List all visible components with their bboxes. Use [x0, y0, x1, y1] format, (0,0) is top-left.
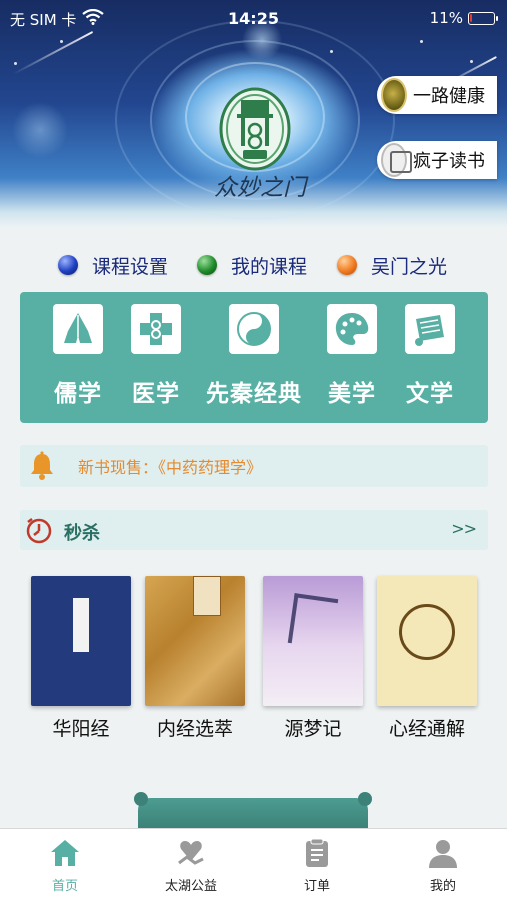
category-label: 文学 [406, 381, 454, 407]
flash-sale-title: 秒杀 [64, 523, 100, 544]
flash-sale-more-link[interactable]: >> [451, 519, 477, 538]
book-title: 源梦记 [284, 718, 342, 740]
book-card-huayang[interactable]: 华阳经 [31, 576, 131, 740]
quick-link-course-settings[interactable]: 课程设置 [58, 250, 168, 280]
logo-text: 众妙之门 [214, 175, 306, 201]
yilu-health-label: 一路健康 [413, 86, 485, 107]
battery-level [470, 14, 472, 22]
cover-tag [193, 576, 221, 616]
yin-yang-icon [229, 304, 279, 354]
tab-profile[interactable]: 我的 [398, 837, 488, 897]
orange-dot-icon [337, 255, 357, 275]
quick-links: 课程设置 我的课程 吴门之光 [0, 250, 507, 280]
bell-icon [31, 451, 53, 480]
star [14, 62, 17, 65]
category-label: 美学 [328, 381, 376, 407]
charity-icon [178, 841, 204, 865]
quick-link-label: 课程设置 [92, 255, 169, 278]
star [470, 60, 473, 63]
battery-percent: 11% [429, 9, 463, 27]
cover-spine [73, 598, 89, 652]
book-card-xinjing[interactable]: 心经通解 [377, 576, 477, 740]
reading-avatar-icon [381, 143, 412, 177]
green-dot-icon [197, 255, 217, 275]
order-icon [306, 838, 328, 867]
book-card-yuanmeng[interactable]: 源梦记 [263, 576, 363, 740]
status-bar: 无 SIM 卡 14:25 11% [0, 0, 507, 34]
category-grid: 儒学 医学 先秦经典 美学 文学 [20, 292, 488, 423]
book-title: 心经通解 [388, 718, 465, 740]
palette-icon [327, 304, 377, 354]
category-literature[interactable]: 文学 [382, 304, 478, 414]
book-card-neijing[interactable]: 内经选萃 [145, 576, 245, 740]
category-pre-qin-classics[interactable]: 先秦经典 [206, 304, 302, 414]
cover-calligraphy [287, 593, 339, 649]
crazy-reading-label: 疯子读书 [413, 151, 485, 172]
tab-label: 首页 [51, 879, 78, 894]
tab-label: 太湖公益 [164, 879, 217, 894]
category-medicine[interactable]: 医学 [108, 304, 204, 414]
home-icon [51, 840, 79, 866]
tab-label: 我的 [429, 879, 456, 894]
quick-link-my-courses[interactable]: 我的课程 [197, 250, 307, 280]
category-label: 医学 [132, 381, 180, 407]
timer-icon [26, 518, 52, 544]
category-label: 先秦经典 [206, 381, 302, 407]
book-title: 华阳经 [52, 718, 110, 740]
cover-calligraphy [399, 604, 455, 660]
tab-orders[interactable]: 订单 [272, 837, 362, 897]
comet [12, 30, 94, 76]
quick-link-wumen-light[interactable]: 吴门之光 [337, 250, 447, 280]
book-cover [377, 576, 477, 706]
main-content: 课程设置 我的课程 吴门之光 儒学 医学 先秦经典 美学 文学 新书现售：《中药… [0, 228, 507, 828]
quick-link-label: 我的课程 [231, 255, 308, 278]
profile-icon [429, 840, 457, 868]
yilu-health-button[interactable]: 一路健康 [377, 76, 497, 114]
star [60, 40, 63, 43]
decorative-banner-top [134, 792, 372, 828]
star [330, 50, 333, 53]
medical-cross-icon [131, 304, 181, 354]
notice-text: 新书现售：《中药药理学》 [78, 458, 263, 477]
book-cover [145, 576, 245, 706]
flash-sale-header: 秒杀 >> [20, 510, 488, 550]
scroll-icon [405, 304, 455, 354]
blue-dot-icon [58, 255, 78, 275]
bottom-tab-bar: 首页 太湖公益 订单 我的 [0, 828, 507, 900]
logo-emblem-icon [219, 87, 291, 171]
tab-label: 订单 [303, 879, 330, 894]
new-book-notice[interactable]: 新书现售：《中药药理学》 [20, 445, 488, 487]
health-avatar-icon [381, 78, 407, 112]
category-label: 儒学 [54, 381, 102, 407]
tab-home[interactable]: 首页 [20, 837, 110, 897]
star [420, 40, 423, 43]
quick-link-label: 吴门之光 [371, 255, 448, 278]
crazy-reading-button[interactable]: 疯子读书 [377, 141, 497, 179]
tab-taihu-charity[interactable]: 太湖公益 [146, 837, 236, 897]
book-cover [31, 576, 131, 706]
book-cover [263, 576, 363, 706]
battery-icon [468, 12, 498, 25]
header-banner: 无 SIM 卡 14:25 11% 众妙之门 一路健康 疯子读书 [0, 0, 507, 228]
book-title: 内经选萃 [156, 718, 233, 740]
praying-hands-icon [53, 304, 103, 354]
